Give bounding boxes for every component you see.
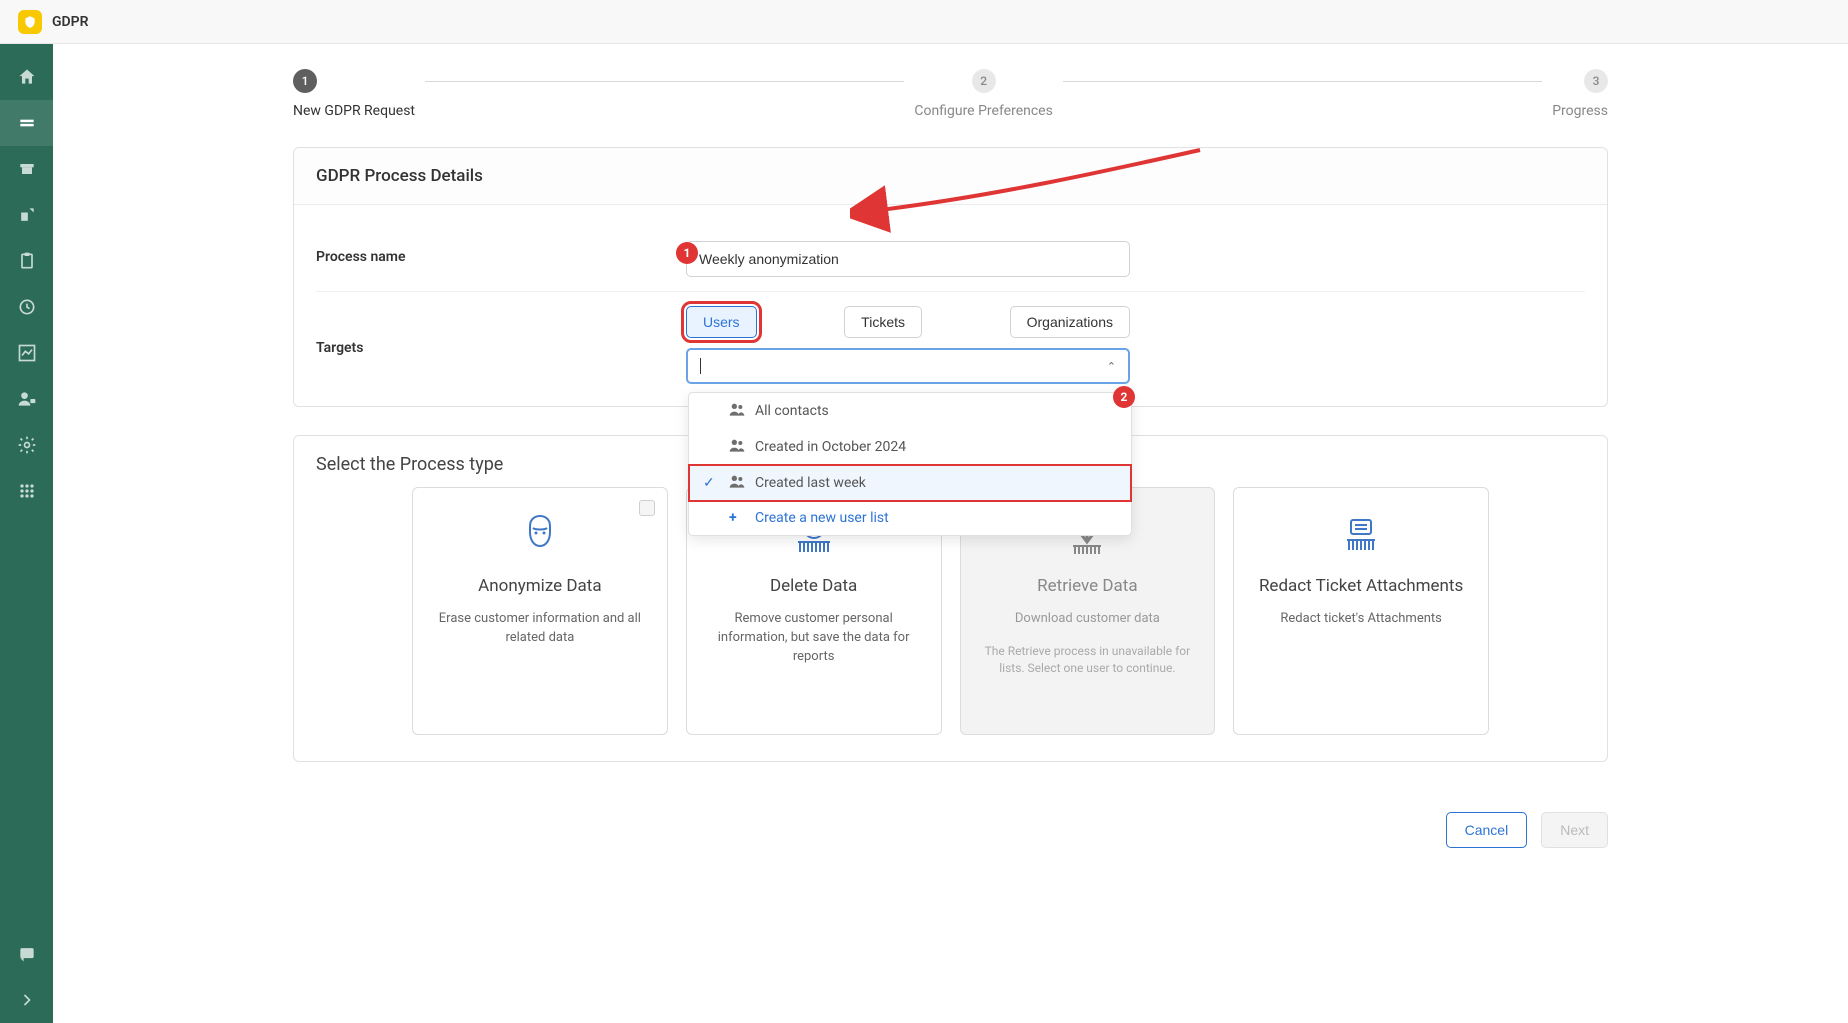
gdpr-details-title: GDPR Process Details [294,148,1607,205]
check-icon: ✓ [703,475,719,491]
sidebar-clock[interactable] [0,284,53,330]
sidebar-chart[interactable] [0,330,53,376]
text-cursor [700,358,701,374]
step-1-label: New GDPR Request [293,103,415,119]
sidebar-user-lock[interactable] [0,376,53,422]
dropdown-option-label: All contacts [755,403,829,419]
target-organizations-button[interactable]: Organizations [1010,306,1130,338]
targets-dropdown-panel: All contacts Created in October 2024 ✓ [688,392,1132,536]
cancel-button[interactable]: Cancel [1446,812,1528,848]
target-buttons: Users Tickets Organizations [686,306,1130,338]
process-card-title: Anonymize Data [427,576,653,596]
sidebar-apps[interactable] [0,468,53,514]
step-1[interactable]: 1 New GDPR Request [293,69,415,119]
targets-dropdown-input[interactable]: ⌃ All contacts [686,348,1130,384]
dropdown-option-label: Created last week [755,475,866,491]
target-tickets-button[interactable]: Tickets [844,306,922,338]
process-card-title: Delete Data [701,576,927,596]
sidebar [0,44,53,1023]
contacts-icon [729,474,745,492]
sidebar-archive[interactable] [0,146,53,192]
dropdown-option-all-contacts[interactable]: All contacts [689,393,1131,429]
next-button: Next [1541,812,1608,848]
step-3[interactable]: 3 Progress [1552,69,1608,119]
redact-icon [1248,506,1474,562]
dropdown-option-last-week[interactable]: ✓ Created last week [689,465,1131,501]
sidebar-clipboard[interactable] [0,238,53,284]
step-divider [425,81,904,82]
step-2-number: 2 [972,69,996,93]
annotation-badge-2: 2 [1113,386,1135,408]
process-card-desc: Erase customer information and all relat… [427,610,653,648]
sidebar-transfer[interactable] [0,192,53,238]
step-3-number: 3 [1584,69,1608,93]
process-card-desc: Redact ticket's Attachments [1248,610,1474,629]
process-redact[interactable]: Redact Ticket Attachments Redact ticket'… [1233,487,1489,735]
contacts-icon [729,402,745,420]
app-header: GDPR [0,0,1848,44]
target-users-button[interactable]: Users [686,306,757,338]
sidebar-settings[interactable] [0,422,53,468]
step-2-label: Configure Preferences [914,103,1052,119]
wizard-stepper: 1 New GDPR Request 2 Configure Preferenc… [293,69,1608,119]
sidebar-collapse[interactable] [0,977,53,1023]
gdpr-details-card: GDPR Process Details Process name Target… [293,147,1608,407]
process-card-desc: Remove customer personal information, bu… [701,610,927,667]
process-checkbox[interactable] [639,500,655,516]
step-1-number: 1 [293,69,317,93]
app-title: GDPR [52,14,89,30]
sidebar-messages[interactable] [0,931,53,977]
process-name-label: Process name [316,241,686,265]
chevron-up-icon[interactable]: ⌃ [1107,360,1116,373]
targets-label: Targets [316,306,686,356]
process-name-row: Process name [316,227,1585,292]
targets-row: Targets Users Tickets Organizations ⌃ [316,292,1585,384]
step-divider [1063,81,1542,82]
step-3-label: Progress [1552,103,1608,119]
dropdown-create-new-label: Create a new user list [755,510,889,526]
main-content: 1 New GDPR Request 2 Configure Preferenc… [53,44,1848,1023]
process-card-note: The Retrieve process in unavailable for … [975,643,1201,677]
step-2[interactable]: 2 Configure Preferences [914,69,1052,119]
process-anonymize[interactable]: Anonymize Data Erase customer informatio… [412,487,668,735]
annotation-badge-1: 1 [676,242,698,264]
sidebar-home[interactable] [0,54,53,100]
dropdown-option-october[interactable]: Created in October 2024 [689,429,1131,465]
process-card-title: Redact Ticket Attachments [1248,576,1474,596]
process-card-desc: Download customer data [975,610,1201,629]
app-logo-icon [18,10,42,34]
process-name-input[interactable] [686,241,1130,277]
dropdown-create-new[interactable]: + Create a new user list [689,501,1131,535]
dropdown-option-label: Created in October 2024 [755,439,906,455]
plus-icon: + [729,510,745,526]
sidebar-gdpr[interactable] [0,100,53,146]
process-card-title: Retrieve Data [975,576,1201,596]
wizard-footer: Cancel Next [293,812,1608,848]
anonymize-icon [427,506,653,562]
contacts-icon [729,438,745,456]
